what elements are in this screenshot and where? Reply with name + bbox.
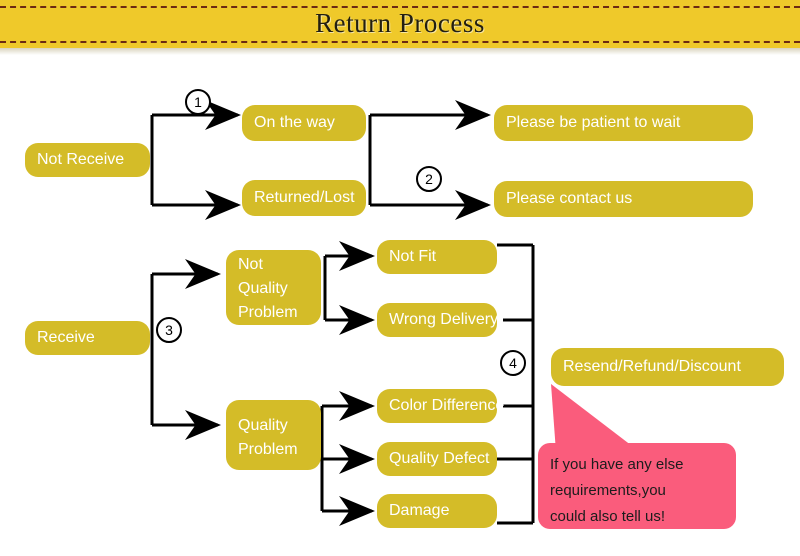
node-quality-problem[interactable]: Quality Problem [226,400,321,470]
node-label: Damage [389,502,450,519]
node-not-fit[interactable]: Not Fit [377,240,497,274]
step-marker-3: 3 [156,317,182,343]
node-label: Quality Defect [389,450,490,467]
node-label: Wrong Delivery [389,311,499,328]
node-receive[interactable]: Receive [25,321,150,355]
step-marker-label: 2 [425,171,433,187]
node-label: Resend/Refund/Discount [563,358,741,375]
step-marker-label: 4 [509,355,517,371]
node-please-be-patient-to-wait[interactable]: Please be patient to wait [494,105,753,141]
node-not-quality-problem[interactable]: Not Quality Problem [226,250,321,325]
node-please-contact-us[interactable]: Please contact us [494,181,753,217]
node-label: On the way [254,114,335,131]
node-on-the-way[interactable]: On the way [242,105,366,141]
node-label: Color Difference [389,397,505,414]
step-marker-label: 1 [194,94,202,110]
node-label: Please be patient to wait [506,114,681,131]
node-label: Not Fit [389,248,437,265]
step-marker-2: 2 [416,166,442,192]
step-marker-label: 3 [165,322,173,338]
node-label: Returned/Lost [254,189,355,206]
node-not-receive[interactable]: Not Receive [25,143,150,177]
node-label: Quality Problem [238,417,298,458]
node-returned-lost[interactable]: Returned/Lost [242,180,366,216]
node-color-difference[interactable]: Color Difference [377,389,504,423]
node-label: Receive [37,329,95,346]
step-marker-4: 4 [500,350,526,376]
node-label: Not Receive [37,151,125,168]
callout-tail [551,384,640,452]
node-quality-defect[interactable]: Quality Defect [377,442,497,476]
step-marker-1: 1 [185,89,211,115]
node-label: Please contact us [506,190,633,207]
callout-line-2: requirements,you [550,482,666,499]
callout-bubble: If you have any else requirements,you co… [538,443,736,529]
node-wrong-delivery[interactable]: Wrong Delivery [377,303,498,337]
node-resend-refund-discount[interactable]: Resend/Refund/Discount [551,348,784,386]
node-damage[interactable]: Damage [377,494,497,528]
callout-line-1: If you have any else [550,456,684,473]
node-label: Not Quality Problem [238,256,298,321]
callout-line-3: could also tell us! [550,508,666,525]
